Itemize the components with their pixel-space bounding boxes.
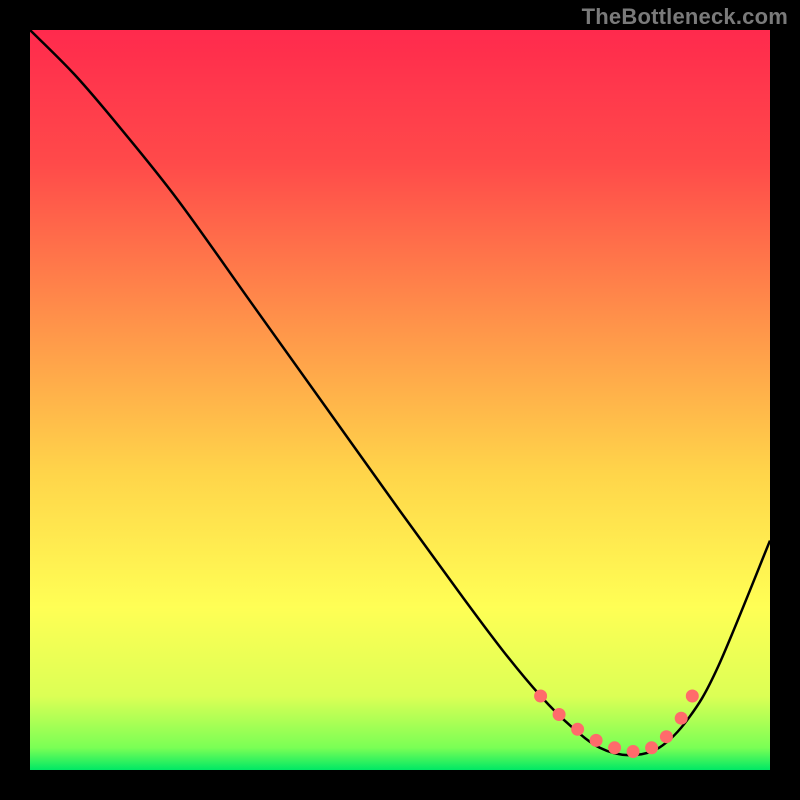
plot-area	[30, 30, 770, 770]
marker-dot	[660, 730, 673, 743]
marker-dot	[645, 741, 658, 754]
marker-dot	[686, 690, 699, 703]
marker-dot	[571, 723, 584, 736]
marker-dot	[534, 690, 547, 703]
gradient-background	[30, 30, 770, 770]
marker-dot	[590, 734, 603, 747]
marker-dot	[627, 745, 640, 758]
marker-dot	[675, 712, 688, 725]
chart-container: TheBottleneck.com	[0, 0, 800, 800]
marker-dot	[608, 741, 621, 754]
marker-dot	[553, 708, 566, 721]
watermark-text: TheBottleneck.com	[582, 4, 788, 30]
chart-svg	[30, 30, 770, 770]
